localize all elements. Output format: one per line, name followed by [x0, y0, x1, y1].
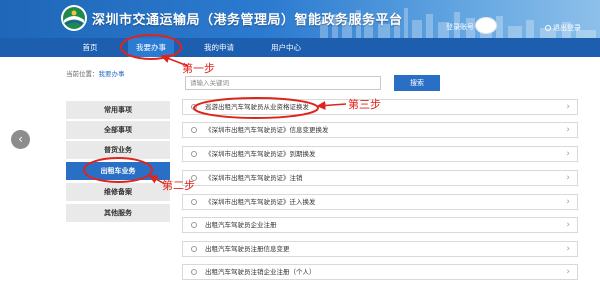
- chevron-right-icon: ›: [566, 267, 570, 277]
- chevron-right-icon: ›: [566, 125, 570, 135]
- service-row[interactable]: 《深圳市出租汽车驾驶员证》迁入换发 ›: [182, 194, 578, 210]
- nav-user-center[interactable]: 用户中心: [262, 38, 310, 57]
- search-input[interactable]: [185, 76, 381, 90]
- service-label: 出租汽车驾驶员企业注册: [205, 221, 277, 229]
- radio-icon: [191, 199, 197, 205]
- nav-my-applications[interactable]: 我的申请: [195, 38, 243, 57]
- service-label: 出租汽车驾驶员注册信息变更: [205, 245, 290, 253]
- bureau-logo-icon: [61, 5, 87, 31]
- chevron-right-icon: ›: [566, 102, 570, 112]
- service-label: 巡游出租汽车驾驶员从业资格证换发: [205, 103, 309, 111]
- service-row[interactable]: 《深圳市出租汽车驾驶员证》注销 ›: [182, 170, 578, 186]
- nav-services[interactable]: 我要办事: [128, 38, 174, 57]
- service-label: 《深圳市出租汽车驾驶员证》注销: [205, 174, 303, 182]
- service-row[interactable]: 《深圳市出租汽车驾驶员证》到期换发 ›: [182, 146, 578, 162]
- breadcrumb: 当前位置：我要办事: [66, 68, 125, 78]
- chevron-right-icon: ›: [566, 149, 570, 159]
- sidebar-item-other[interactable]: 其他服务: [66, 204, 170, 222]
- site-header: 深圳市交通运输局（港务管理局）智能政务服务平台 登录账号 退出登录: [0, 0, 600, 38]
- sidebar-item-taxi[interactable]: 出租车业务: [66, 162, 170, 180]
- service-label: 《深圳市出租汽车驾驶员证》到期换发: [205, 150, 316, 158]
- breadcrumb-current[interactable]: 我要办事: [99, 70, 125, 78]
- chevron-right-icon: ›: [566, 244, 570, 254]
- breadcrumb-prefix: 当前位置：: [66, 70, 99, 78]
- logout-label: 退出登录: [553, 24, 581, 32]
- chevron-right-icon: ›: [566, 220, 570, 230]
- service-row[interactable]: 出租汽车驾驶员企业注册 ›: [182, 217, 578, 233]
- step3-annotation: 第三步: [348, 98, 381, 111]
- page-root: 深圳市交通运输局（港务管理局）智能政务服务平台 登录账号 退出登录 首页 我要办…: [0, 0, 600, 283]
- radio-icon: [191, 222, 197, 228]
- chevron-right-icon: ›: [566, 197, 570, 207]
- sidebar-item-repair-filing[interactable]: 维修备案: [66, 183, 170, 201]
- service-row[interactable]: 《深圳市出租汽车驾驶员证》信息变更换发 ›: [182, 122, 578, 138]
- search-button[interactable]: 搜索: [394, 75, 440, 91]
- sidebar-item-common[interactable]: 常用事项: [66, 101, 170, 119]
- radio-icon: [191, 269, 197, 275]
- service-row[interactable]: 出租汽车驾驶员注销企业注册（个人） ›: [182, 264, 578, 280]
- radio-icon: [191, 151, 197, 157]
- step2-annotation: 第二步: [162, 179, 195, 192]
- chevron-right-icon: ›: [566, 173, 570, 183]
- radio-icon: [191, 127, 197, 133]
- login-account-label: 登录账号: [446, 23, 474, 31]
- radio-icon: [191, 104, 197, 110]
- radio-icon: [191, 246, 197, 252]
- sidebar-item-all[interactable]: 全部事项: [66, 121, 170, 139]
- sidebar-item-general-freight[interactable]: 普货业务: [66, 141, 170, 159]
- user-avatar[interactable]: [475, 17, 497, 34]
- step1-annotation: 第一步: [182, 62, 215, 75]
- logout-link[interactable]: 退出登录: [545, 23, 581, 33]
- nav-home[interactable]: 首页: [72, 38, 108, 57]
- site-title: 深圳市交通运输局（港务管理局）智能政务服务平台: [92, 13, 403, 28]
- service-row[interactable]: 出租汽车驾驶员注册信息变更 ›: [182, 241, 578, 257]
- service-label: 《深圳市出租汽车驾驶员证》迁入换发: [205, 198, 316, 206]
- power-icon: [545, 25, 551, 31]
- service-label: 出租汽车驾驶员注销企业注册（个人）: [205, 268, 316, 276]
- main-nav: 首页 我要办事 我的申请 用户中心: [0, 38, 600, 57]
- service-label: 《深圳市出租汽车驾驶员证》信息变更换发: [205, 126, 329, 134]
- chevron-left-icon[interactable]: ‹: [11, 130, 30, 149]
